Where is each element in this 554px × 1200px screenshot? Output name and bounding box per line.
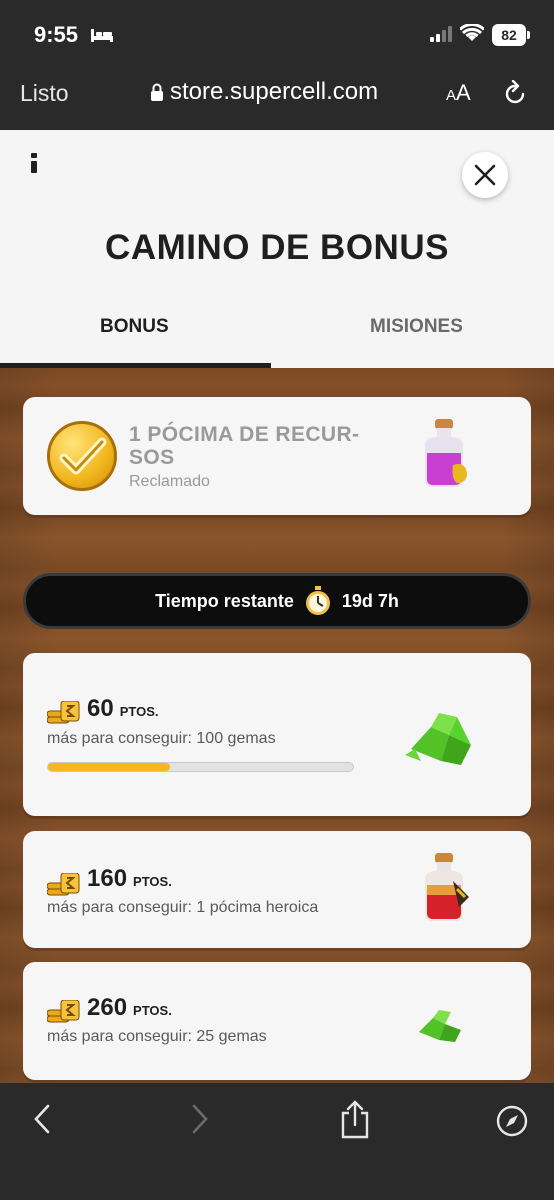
claimed-check-icon	[47, 421, 117, 491]
claimed-reward-title: 1 PÓCIMA DE RECUR- SOS	[129, 423, 379, 469]
claimed-reward-title-line2: SOS	[129, 446, 175, 469]
milestone-points: 160 PTOS.	[87, 865, 172, 893]
resource-potion-icon	[425, 419, 467, 487]
browser-bottom-bar	[0, 1083, 554, 1200]
text-size-button[interactable]: AA	[446, 80, 471, 106]
close-icon	[474, 164, 496, 186]
gems-small-icon	[419, 1010, 461, 1042]
milestone-description: más para conseguir: 25 gemas	[47, 1028, 267, 1045]
milestone-card-260: 260 PTOS. más para conseguir: 25 gemas	[23, 962, 531, 1080]
time-remaining-label: Tiempo restante	[155, 590, 294, 611]
milestone-points-unit: PTOS.	[133, 874, 172, 889]
milestone-points-unit: PTOS.	[133, 1003, 172, 1018]
claimed-reward-card: 1 PÓCIMA DE RECUR- SOS Reclamado	[23, 397, 531, 515]
battery-indicator: 82	[492, 24, 530, 46]
done-button[interactable]: Listo	[20, 80, 69, 107]
milestone-card-160: 160 PTOS. más para conseguir: 1 pócima he…	[23, 831, 531, 948]
tab-bonus[interactable]: BONUS	[100, 316, 169, 338]
points-coins-icon	[47, 701, 80, 724]
points-coins-icon	[47, 873, 80, 896]
tab-misiones[interactable]: MISIONES	[370, 316, 463, 338]
text-size-big-a: A	[456, 80, 471, 105]
milestone-points: 260 PTOS.	[87, 994, 172, 1022]
milestone-description: más para conseguir: 100 gemas	[47, 730, 276, 747]
gems-pile-icon	[405, 713, 471, 765]
milestone-points: 60 PTOS.	[87, 695, 158, 723]
milestone-points-number: 260	[87, 994, 128, 1021]
points-coins-icon	[47, 1000, 80, 1023]
milestone-progress-bar	[47, 762, 354, 772]
milestone-points-number: 60	[87, 695, 114, 722]
address-bar[interactable]: store.supercell.com	[150, 78, 378, 106]
stopwatch-icon	[305, 586, 330, 615]
milestone-description: más para conseguir: 1 pócima heroica	[47, 899, 319, 916]
browser-top-bar: 9:55 82 Listo store.supercell.com AA	[0, 0, 554, 130]
hero-potion-icon	[425, 853, 469, 921]
status-time: 9:55	[34, 22, 79, 47]
claimed-status: Reclamado	[129, 473, 210, 490]
reload-icon[interactable]	[503, 80, 527, 106]
forward-icon[interactable]	[190, 1103, 210, 1135]
url-text: store.supercell.com	[170, 78, 379, 105]
milestone-points-number: 160	[87, 865, 128, 892]
milestone-progress-fill	[48, 763, 170, 771]
close-button[interactable]	[462, 152, 508, 198]
claimed-reward-title-line1: 1 PÓCIMA DE RECUR-	[129, 423, 360, 446]
milestone-card-60: 60 PTOS. más para conseguir: 100 gemas	[23, 653, 531, 816]
share-icon[interactable]	[340, 1099, 370, 1139]
time-remaining-value: 19d 7h	[341, 590, 399, 611]
page-title: CAMINO DE BONUS	[105, 228, 449, 267]
time-remaining-bar: Tiempo restante 19d 7h	[23, 573, 531, 629]
sleep-focus-icon	[91, 29, 113, 42]
milestone-points-unit: PTOS.	[119, 704, 159, 719]
info-icon[interactable]	[27, 153, 41, 173]
back-icon[interactable]	[32, 1103, 52, 1135]
text-size-small-a: A	[446, 87, 457, 104]
wifi-icon	[460, 24, 484, 41]
cellular-signal-icon	[430, 26, 452, 42]
safari-compass-icon[interactable]	[496, 1105, 528, 1137]
lock-icon	[151, 83, 163, 101]
